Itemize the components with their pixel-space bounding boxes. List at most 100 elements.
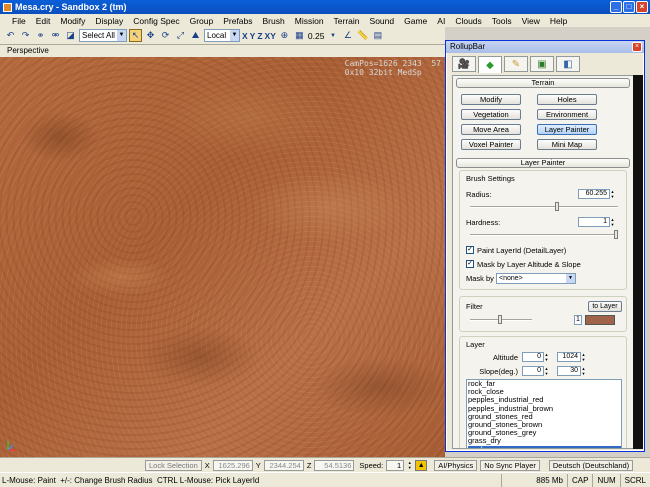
axis-xy-button[interactable]: XY [265, 31, 276, 41]
filter-value[interactable]: 1 [574, 315, 582, 325]
radius-spinner[interactable]: ▲ ▼ [610, 189, 615, 199]
grid-icon[interactable]: ▦ [293, 29, 306, 42]
maximize-button[interactable]: □ [623, 1, 635, 13]
speed-input[interactable]: 1 [386, 459, 405, 471]
no-sync-player-button[interactable]: No Sync Player [480, 459, 540, 471]
modify-button[interactable]: Modify [461, 94, 521, 105]
environment-button[interactable]: Environment [537, 109, 597, 120]
close-icon[interactable]: × [632, 42, 642, 52]
hardness-slider[interactable] [466, 230, 622, 240]
menu-edit[interactable]: Edit [36, 16, 51, 26]
layer-list-item[interactable]: grass_dry [468, 437, 621, 445]
radius-input[interactable]: 60.255 [578, 189, 610, 199]
language-indicator[interactable]: Deutsch (Deutschland) [548, 459, 634, 471]
select-filter-combo[interactable]: Select All ▼ [79, 29, 127, 42]
link-icon[interactable]: ⚭ [34, 29, 47, 42]
tab-modeling[interactable]: ✎ [504, 56, 528, 72]
unlink-icon[interactable]: ⚮ [49, 29, 62, 42]
menu-help[interactable]: Help [550, 16, 567, 26]
rotate-tool-icon[interactable]: ⟳ [159, 29, 172, 42]
slope-max-input[interactable]: 30 [557, 366, 581, 376]
layer-painter-section-header[interactable]: Layer Painter [456, 158, 630, 168]
hardness-slider-thumb[interactable] [614, 230, 618, 239]
mask-altitude-checkbox[interactable]: ✓ [466, 260, 474, 268]
tab-create[interactable]: 🎥 [452, 56, 476, 72]
menu-clouds[interactable]: Clouds [455, 16, 481, 26]
paint-layer-checkbox[interactable]: ✓ [466, 246, 474, 254]
to-layer-button[interactable]: to Layer [588, 300, 622, 312]
altitude-min-input[interactable]: 0 [522, 352, 544, 362]
ruler-icon[interactable]: 📏 [356, 29, 369, 42]
menu-terrain[interactable]: Terrain [334, 16, 360, 26]
menu-config-spec[interactable]: Config Spec [133, 16, 179, 26]
grid-snap-value[interactable]: 0.25 [308, 31, 325, 41]
angle-snap-icon[interactable]: ∠ [341, 29, 354, 42]
x-coordinate-field[interactable]: 1625.296 [212, 459, 253, 471]
rollup-scrollbar[interactable] [633, 75, 643, 449]
terrain-snap-icon[interactable]: ⛰ [189, 29, 202, 42]
altitude-max-input[interactable]: 1024 [557, 352, 581, 362]
perspective-viewport[interactable]: CamPos=1626 2343 57 0x10 32bit MedSp [0, 57, 445, 457]
layer-painter-button[interactable]: Layer Painter [537, 124, 597, 135]
menu-modify[interactable]: Modify [60, 16, 85, 26]
menu-sound[interactable]: Sound [370, 16, 395, 26]
select-filter-icon[interactable]: ◪ [64, 29, 77, 42]
vegetation-button[interactable]: Vegetation [461, 109, 521, 120]
chevron-down-icon[interactable]: ▼ [326, 29, 339, 42]
select-tool-icon[interactable]: ↖ [129, 29, 142, 42]
menu-game[interactable]: Game [404, 16, 427, 26]
voxel-painter-button[interactable]: Voxel Painter [461, 139, 521, 150]
coord-system-combo[interactable]: Local ▼ [204, 29, 240, 42]
rollup-title-bar[interactable]: RollupBar × [446, 41, 644, 53]
altitude-max-spinner[interactable]: ▲ ▼ [581, 352, 586, 362]
hardness-spinner[interactable]: ▲ ▼ [610, 217, 615, 227]
z-coordinate-field[interactable]: 54.5136 [314, 459, 355, 471]
speed-spinner[interactable]: ▲ ▼ [407, 460, 412, 470]
y-coordinate-field[interactable]: 2344.254 [263, 459, 304, 471]
redo-icon[interactable]: ↷ [19, 29, 32, 42]
layer-list-item[interactable]: mud [468, 445, 621, 448]
terrain-section-header[interactable]: Terrain [456, 78, 630, 88]
radius-slider[interactable] [466, 202, 622, 212]
holes-button[interactable]: Holes [537, 94, 597, 105]
mask-by-select[interactable]: <none> ▼ [496, 272, 576, 284]
terrain-follow-icon[interactable]: ▤ [371, 29, 384, 42]
menu-mission[interactable]: Mission [295, 16, 324, 26]
slope-max-spinner[interactable]: ▲ ▼ [581, 366, 586, 376]
menu-group[interactable]: Group [190, 16, 214, 26]
tab-layers[interactable]: ◧ [556, 56, 580, 72]
lock-selection-button[interactable]: Lock Selection [145, 459, 202, 471]
hardness-input[interactable]: 1 [578, 217, 610, 227]
scale-tool-icon[interactable]: ⤢ [174, 29, 187, 42]
slope-min-input[interactable]: 0 [522, 366, 544, 376]
tab-terrain[interactable]: ◆ [478, 56, 502, 73]
axis-y-button[interactable]: Y [250, 31, 256, 41]
mini-map-button[interactable]: Mini Map [537, 139, 597, 150]
close-button[interactable]: × [636, 1, 648, 13]
menu-tools[interactable]: Tools [492, 16, 512, 26]
menu-brush[interactable]: Brush [263, 16, 285, 26]
menu-prefabs[interactable]: Prefabs [223, 16, 252, 26]
menu-display[interactable]: Display [95, 16, 123, 26]
menu-file[interactable]: File [12, 16, 26, 26]
filter-slider[interactable] [466, 315, 536, 325]
menu-ai[interactable]: AI [437, 16, 445, 26]
terrain-collision-icon[interactable]: ▲ [415, 459, 428, 471]
filter-slider-thumb[interactable] [498, 315, 502, 324]
move-area-button[interactable]: Move Area [461, 124, 521, 135]
snap-to-object-icon[interactable]: ⊕ [278, 29, 291, 42]
undo-icon[interactable]: ↶ [4, 29, 17, 42]
axis-x-button[interactable]: X [242, 31, 248, 41]
move-tool-icon[interactable]: ✥ [144, 29, 157, 42]
layer-list[interactable]: rock_far rock_close pepples_industrial_red… [466, 379, 622, 448]
tab-display[interactable]: ▣ [530, 56, 554, 72]
altitude-min-spinner[interactable]: ▲ ▼ [544, 352, 549, 362]
viewport-label[interactable]: Perspective [0, 45, 445, 57]
radius-slider-thumb[interactable] [555, 202, 559, 211]
menu-view[interactable]: View [522, 16, 540, 26]
filter-color-swatch[interactable] [585, 315, 615, 325]
minimize-button[interactable]: _ [610, 1, 622, 13]
axis-z-button[interactable]: Z [257, 31, 262, 41]
ai-physics-button[interactable]: AI/Physics [434, 459, 478, 471]
slope-min-spinner[interactable]: ▲ ▼ [544, 366, 549, 376]
